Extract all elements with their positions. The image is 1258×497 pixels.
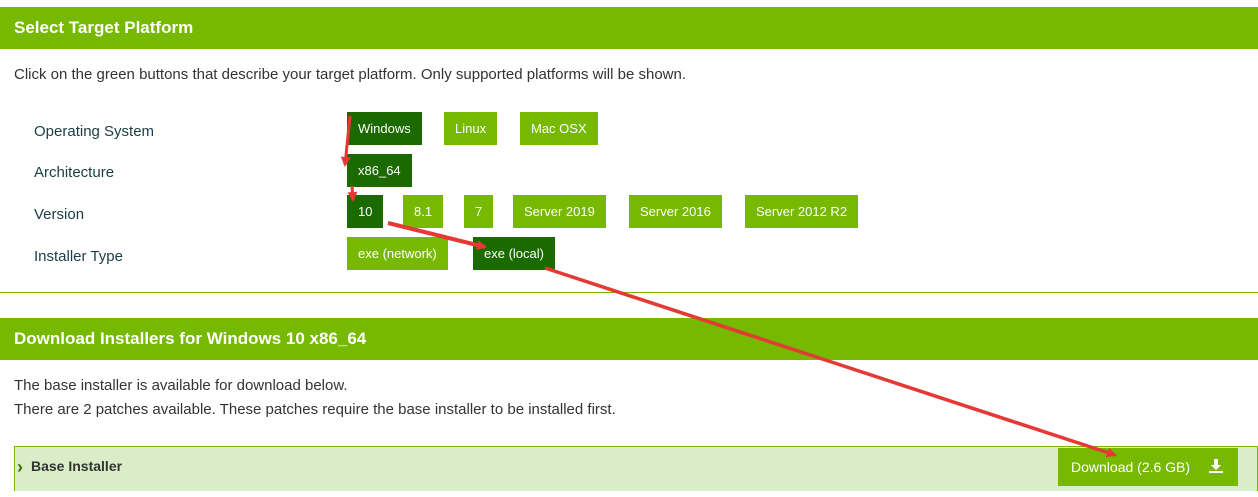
section-divider (0, 292, 1258, 293)
arch-x86_64-button[interactable]: x86_64 (347, 154, 412, 187)
base-installer-note: The base installer is available for down… (14, 377, 348, 394)
chevron-right-icon[interactable]: › (17, 457, 31, 477)
version-10-button[interactable]: 10 (347, 195, 384, 228)
os-windows-button[interactable]: Windows (347, 112, 422, 145)
version-8.1-button[interactable]: 8.1 (403, 195, 444, 228)
version-server2016-button[interactable]: Server 2016 (629, 195, 722, 228)
download-icon (1209, 459, 1223, 473)
download-installers-header: Download Installers for Windows 10 x86_6… (0, 318, 1258, 360)
version-7-button[interactable]: 7 (464, 195, 494, 228)
installer-network-button[interactable]: exe (network) (347, 237, 448, 270)
download-button-label: Download (2.6 GB) (1071, 459, 1191, 475)
version-server2019-button[interactable]: Server 2019 (513, 195, 606, 228)
architecture-label: Architecture (34, 164, 115, 181)
installer-local-button[interactable]: exe (local) (473, 237, 555, 270)
download-button[interactable]: Download (2.6 GB) (1058, 448, 1238, 486)
platform-instructions: Click on the green buttons that describe… (14, 66, 687, 83)
select-platform-title: Select Target Platform (14, 18, 194, 37)
base-installer-title[interactable]: Base Installer (31, 458, 122, 474)
os-label: Operating System (34, 123, 155, 140)
os-linux-button[interactable]: Linux (444, 112, 498, 145)
arrow-local-to-download (544, 266, 1117, 458)
installer-type-label: Installer Type (34, 248, 123, 265)
version-label: Version (34, 206, 85, 223)
download-installers-title: Download Installers for Windows 10 x86_6… (14, 329, 367, 348)
version-server2012r2-button[interactable]: Server 2012 R2 (745, 195, 859, 228)
os-macosx-button[interactable]: Mac OSX (520, 112, 598, 145)
patches-note: There are 2 patches available. These pat… (14, 401, 616, 418)
select-platform-header: Select Target Platform (0, 7, 1258, 49)
